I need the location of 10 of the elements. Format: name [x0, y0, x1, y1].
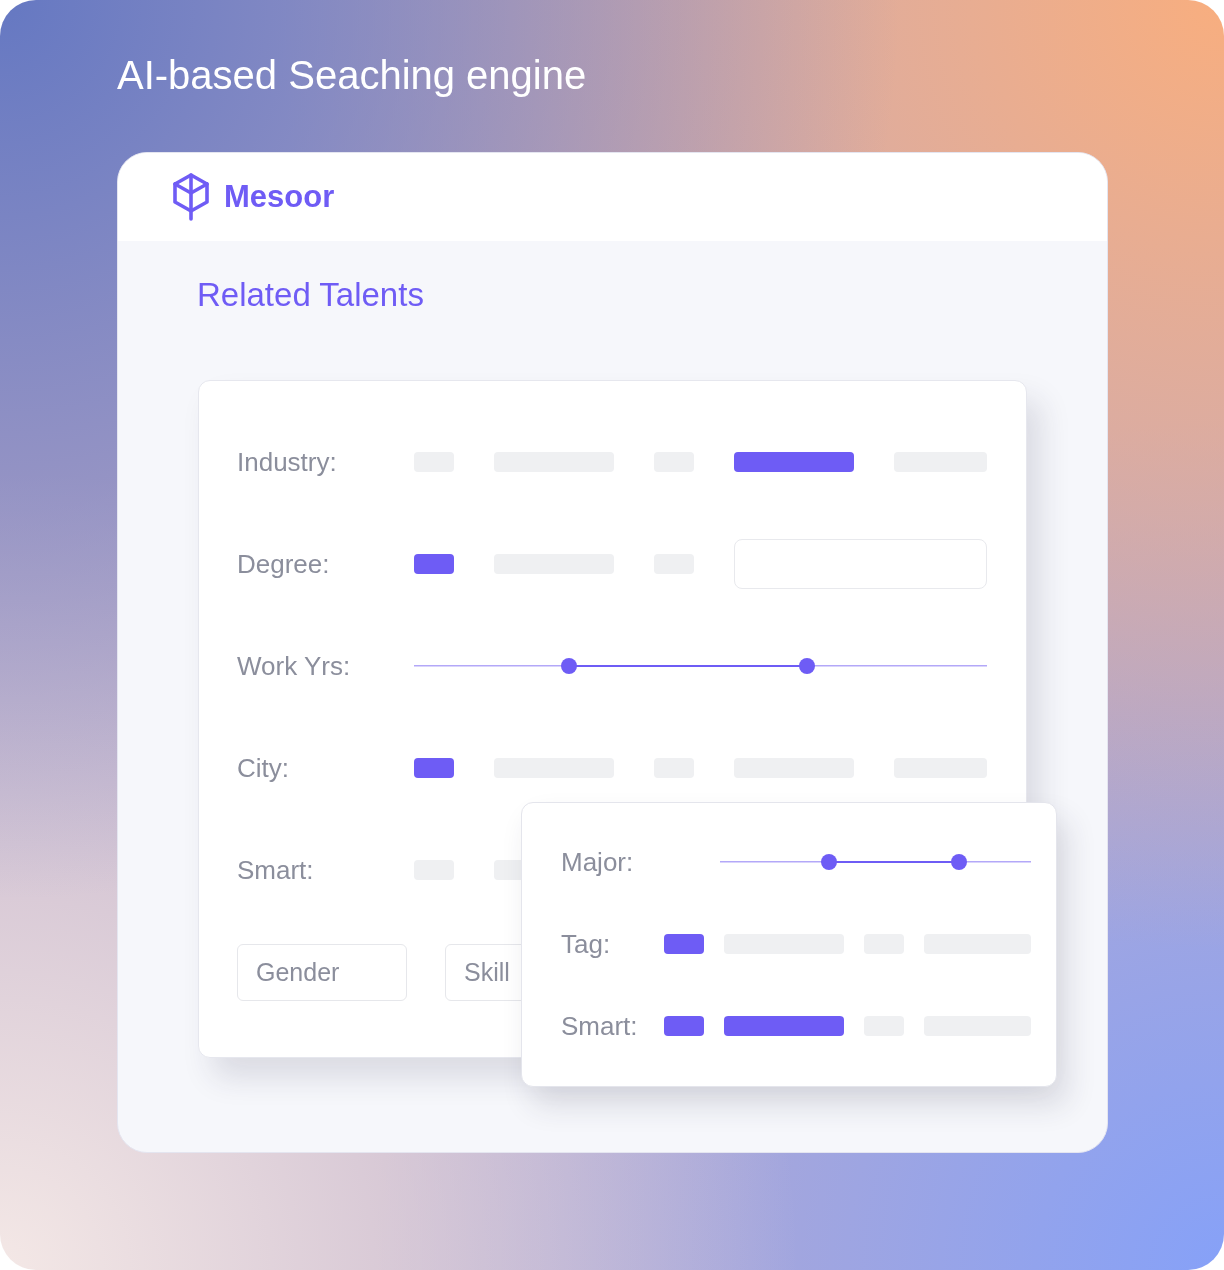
filter-label: Industry: — [237, 446, 337, 478]
brand-name: Mesoor — [224, 179, 335, 215]
section-title: Related Talents — [197, 275, 424, 315]
filter-label: Degree: — [237, 548, 330, 580]
filter-label: Major: — [561, 846, 634, 878]
filter-label: Smart: — [237, 854, 314, 886]
filter-label: City: — [237, 752, 289, 784]
headline: AI-based Seaching engine — [117, 52, 587, 99]
filter-label: Smart: — [561, 1010, 638, 1042]
filter-label: Work Yrs: — [237, 650, 351, 682]
